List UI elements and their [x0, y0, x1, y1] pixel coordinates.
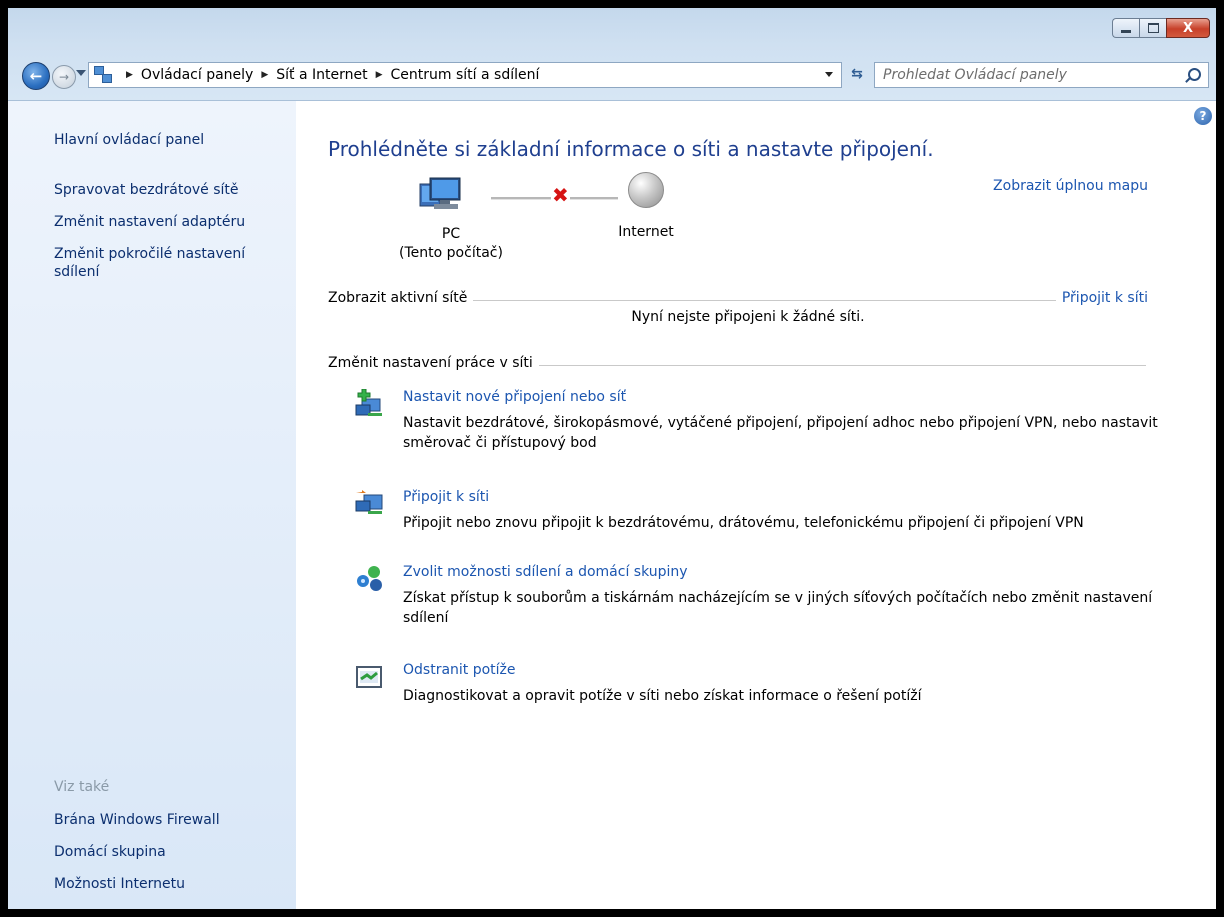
caption-buttons: X: [1112, 18, 1210, 38]
navigation-bar: ← → ▶ Ovládací panely ▶ Síť a Internet ▶…: [8, 58, 1216, 90]
task-new-connection-link[interactable]: Nastavit nové připojení nebo síť: [403, 389, 626, 405]
internet-label: Internet: [618, 224, 674, 240]
minimize-button[interactable]: [1112, 18, 1139, 38]
task-troubleshoot-link[interactable]: Odstranit potíže: [403, 662, 516, 678]
task-sharing-homegroup-link[interactable]: Zvolit možnosti sdílení a domácí skupiny: [403, 564, 688, 580]
connection-line-left: [491, 197, 551, 200]
main-content: ? Prohlédněte si základní informace o sí…: [296, 101, 1216, 909]
breadcrumb-network-internet[interactable]: Síť a Internet: [276, 67, 367, 83]
sidebar-item-manage-wireless[interactable]: Spravovat bezdrátové sítě: [54, 181, 239, 199]
minimize-icon: [1121, 29, 1131, 33]
new-connection-icon: [355, 389, 382, 416]
task-connect-network-desc: Připojit nebo znovu připojit k bezdrátov…: [403, 515, 1084, 531]
sidebar: Hlavní ovládací panel Spravovat bezdráto…: [8, 101, 296, 909]
task-sharing-homegroup-desc: Získat přístup k souborům a tiskárnám na…: [403, 590, 1153, 626]
help-icon[interactable]: ?: [1194, 107, 1212, 125]
change-settings-heading: Změnit nastavení práce v síti: [328, 355, 539, 371]
address-dropdown-icon[interactable]: [825, 72, 833, 77]
sidebar-item-adapter-settings[interactable]: Změnit nastavení adaptéru: [54, 213, 245, 231]
back-button[interactable]: ←: [22, 62, 50, 90]
refresh-icon: ⇆: [851, 66, 863, 82]
task-connect-network-link[interactable]: Připojit k síti: [403, 489, 489, 505]
task-troubleshoot-desc: Diagnostikovat a opravit potíže v síti n…: [403, 688, 922, 704]
sidebar-item-homegroup[interactable]: Domácí skupina: [54, 843, 166, 861]
sidebar-item-advanced-sharing-cont[interactable]: sdílení: [54, 263, 99, 281]
search-input[interactable]: [883, 63, 1173, 87]
arrow-left-icon: ←: [29, 67, 43, 85]
arrow-right-icon: →: [58, 70, 70, 84]
address-bar[interactable]: ▶ Ovládací panely ▶ Síť a Internet ▶ Cen…: [88, 62, 842, 88]
breadcrumb-control-panel[interactable]: Ovládací panely: [141, 67, 253, 83]
sidebar-home-link[interactable]: Hlavní ovládací panel: [54, 131, 204, 149]
troubleshoot-icon: [356, 666, 382, 688]
window-chrome: X ← → ▶ Ovládací panely ▶ Síť a Internet…: [8, 8, 1216, 101]
computer-subtitle: (Tento počítač): [399, 245, 503, 261]
breadcrumb-separator-icon[interactable]: ▶: [126, 70, 133, 80]
view-full-map-link[interactable]: Zobrazit úplnou mapu: [993, 178, 1148, 194]
internet-globe-icon: [628, 172, 664, 208]
window: X ← → ▶ Ovládací panely ▶ Síť a Internet…: [8, 8, 1216, 909]
homegroup-icon: [357, 566, 382, 591]
no-network-status: Nyní nejste připojeni k žádné síti.: [631, 309, 865, 325]
page-title: Prohlédněte si základní informace o síti…: [328, 137, 934, 161]
control-panel-network-icon: [94, 66, 112, 84]
disconnected-x-icon: ✖: [552, 183, 569, 207]
maximize-button[interactable]: [1139, 18, 1166, 38]
close-button[interactable]: X: [1166, 18, 1210, 38]
breadcrumb-network-sharing-center[interactable]: Centrum sítí a sdílení: [391, 67, 540, 83]
connect-network-icon: [355, 490, 383, 514]
sidebar-item-internet-options[interactable]: Možnosti Internetu: [54, 875, 185, 893]
breadcrumb-separator-icon[interactable]: ▶: [261, 70, 268, 80]
search-icon[interactable]: [1188, 68, 1201, 81]
maximize-icon: [1147, 23, 1159, 33]
forward-button[interactable]: →: [52, 65, 76, 89]
computer-icon: [419, 177, 461, 209]
history-dropdown-icon[interactable]: [76, 70, 86, 76]
search-box[interactable]: [874, 62, 1209, 88]
breadcrumb-separator-icon[interactable]: ▶: [376, 70, 383, 80]
computer-name: PC: [441, 226, 461, 242]
sidebar-item-advanced-sharing[interactable]: Změnit pokročilé nastavení: [54, 245, 245, 263]
refresh-button[interactable]: ⇆: [844, 62, 870, 86]
close-icon: X: [1182, 20, 1194, 36]
connection-line-right: [570, 197, 618, 200]
task-new-connection-desc: Nastavit bezdrátové, širokopásmové, vytá…: [403, 415, 1158, 451]
active-networks-heading: Zobrazit aktivní sítě: [328, 290, 474, 306]
see-also-heading: Viz také: [54, 779, 110, 795]
connect-network-link[interactable]: Připojit k síti: [1055, 290, 1148, 306]
sidebar-item-firewall[interactable]: Brána Windows Firewall: [54, 811, 220, 829]
